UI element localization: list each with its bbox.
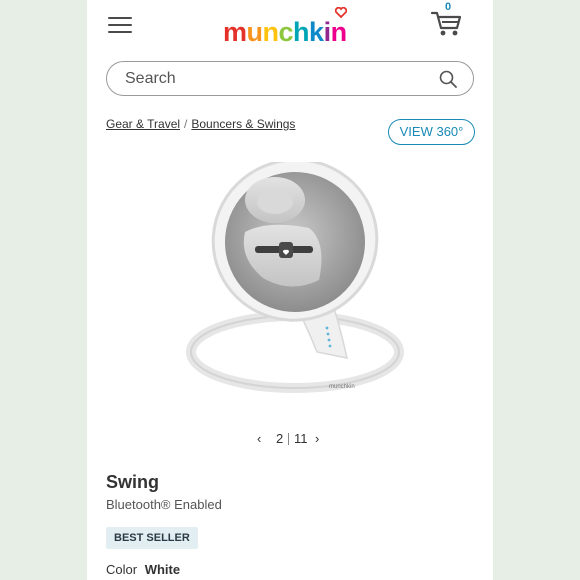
best-seller-badge: BEST SELLER xyxy=(106,527,198,549)
search-bar xyxy=(106,61,474,96)
logo-letter: n xyxy=(262,17,280,47)
breadcrumb-gear-travel[interactable]: Gear & Travel xyxy=(106,117,180,131)
product-subtitle: Bluetooth® Enabled xyxy=(106,497,222,512)
logo-letter: m xyxy=(223,17,247,47)
search-icon[interactable] xyxy=(439,70,457,88)
product-title: Swing xyxy=(106,472,159,492)
product-page: munchkin 0 Gear & Travel/Bouncers & Swin… xyxy=(87,0,493,580)
munchkin-logo[interactable]: munchkin xyxy=(223,7,347,48)
cart-count-badge: 0 xyxy=(445,1,452,13)
logo-letter: k xyxy=(309,17,324,47)
hamburger-menu-icon[interactable] xyxy=(108,17,132,35)
product-image[interactable]: munchkin xyxy=(179,162,411,400)
logo-letter: u xyxy=(246,17,264,47)
logo-letter: i xyxy=(323,17,332,47)
breadcrumb-bouncers-swings[interactable]: Bouncers & Swings xyxy=(191,117,295,131)
color-selection: Color White xyxy=(106,562,180,577)
chevron-left-icon[interactable]: ‹ xyxy=(257,431,261,446)
gallery-pager: ‹ 2 11 › xyxy=(257,431,327,449)
logo-text: munchkin xyxy=(223,17,347,47)
color-label: Color xyxy=(106,562,138,577)
search-input[interactable] xyxy=(125,69,425,89)
view-360-button[interactable]: VIEW 360° xyxy=(388,119,475,145)
breadcrumb-separator: / xyxy=(184,117,188,131)
pager-divider xyxy=(288,433,289,445)
chevron-right-icon[interactable]: › xyxy=(315,431,319,446)
logo-letter: h xyxy=(293,17,310,47)
gallery-total-count: 11 xyxy=(294,431,308,446)
breadcrumb: Gear & Travel / Bouncers & Swings xyxy=(106,117,295,131)
logo-letter: n xyxy=(330,17,348,47)
gallery-current-index: 2 xyxy=(276,431,284,446)
logo-letter: c xyxy=(278,17,294,47)
color-value: White xyxy=(144,562,181,577)
heart-icon xyxy=(335,7,347,18)
product-brand-text: munchkin xyxy=(329,384,355,390)
